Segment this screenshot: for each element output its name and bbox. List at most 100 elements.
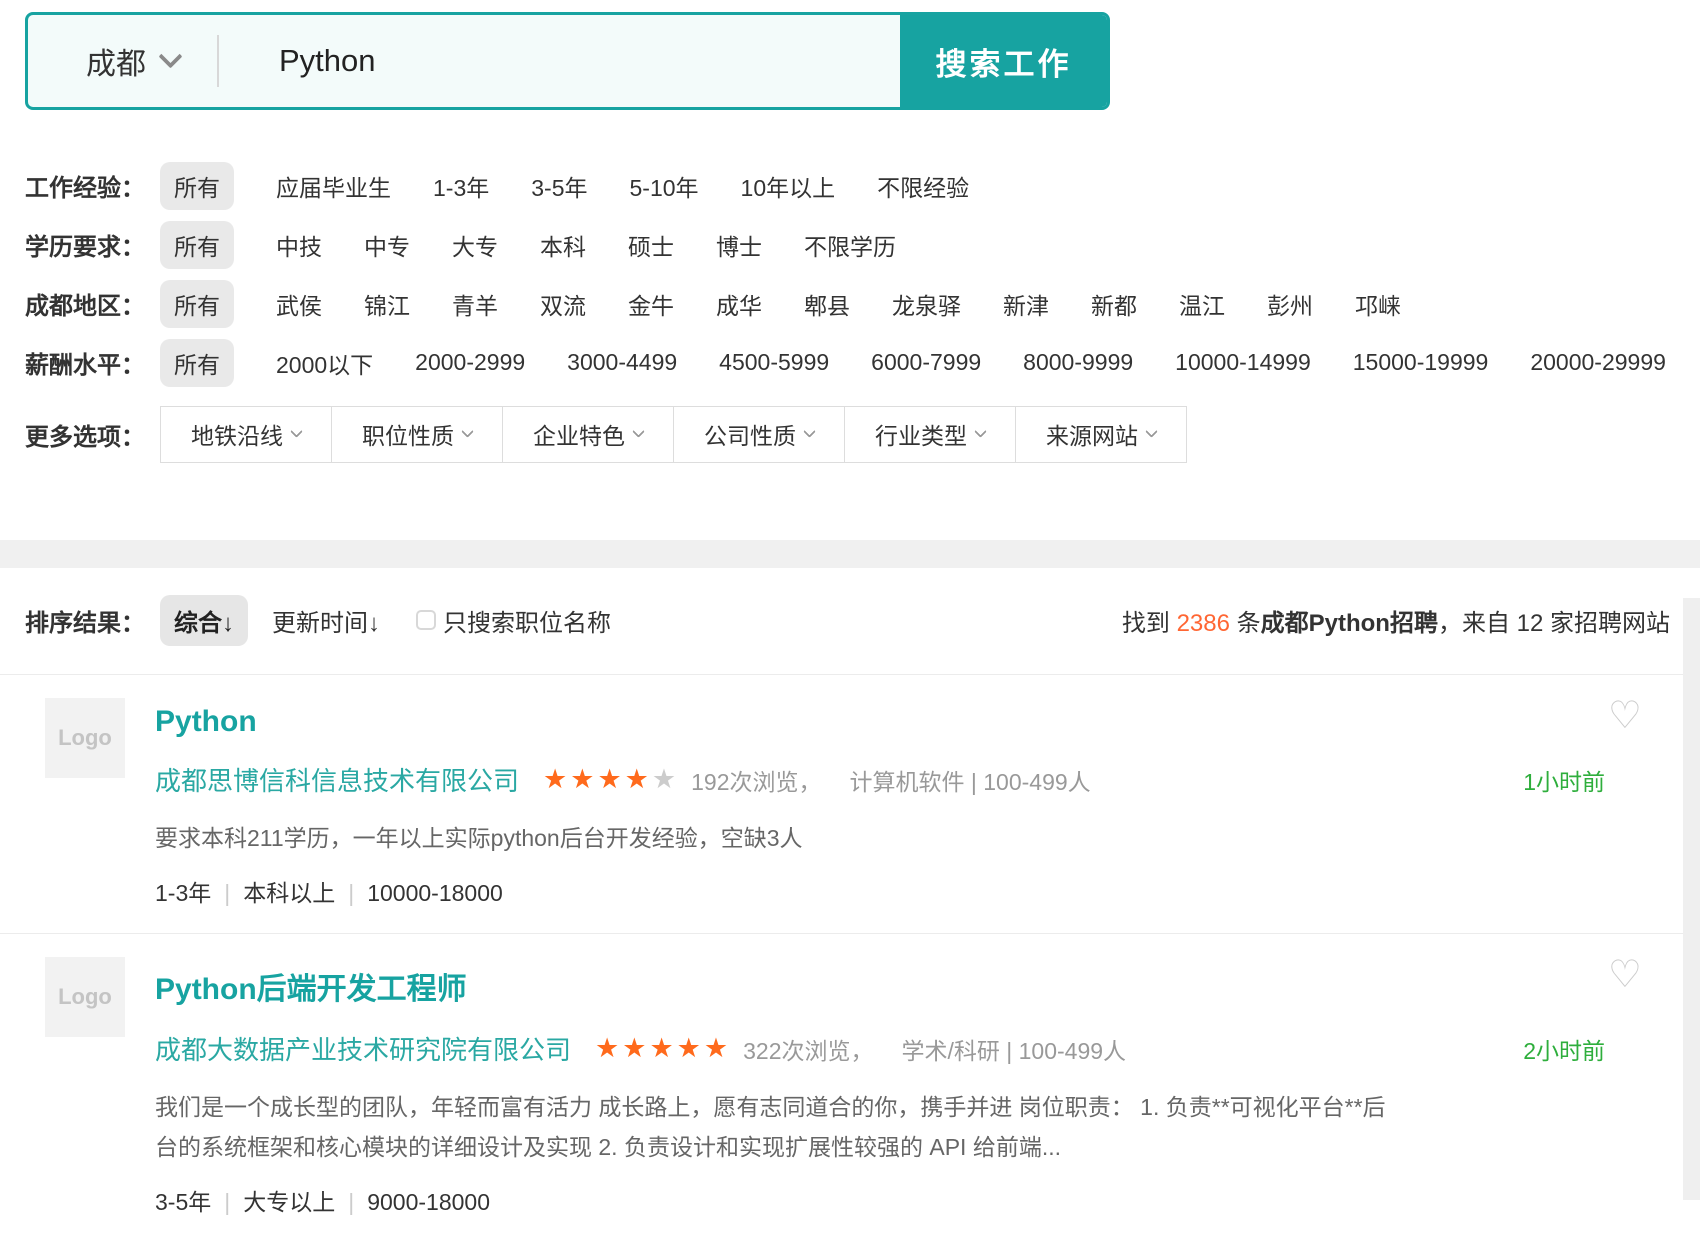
filter-option[interactable]: 本科 bbox=[540, 228, 586, 262]
star-filled-icon: ★ bbox=[649, 1033, 676, 1063]
filter-option[interactable]: 锦江 bbox=[364, 287, 410, 321]
star-filled-icon: ★ bbox=[595, 1033, 622, 1063]
filter-option[interactable]: 中专 bbox=[364, 228, 410, 262]
filter-option[interactable]: 新津 bbox=[1003, 287, 1049, 321]
filter-option[interactable]: 不限学历 bbox=[804, 228, 896, 262]
experience-requirement: 1-3年 bbox=[155, 880, 211, 906]
filter-option[interactable]: 所有 bbox=[160, 280, 234, 328]
more-filter-dropdown[interactable]: 来源网站 bbox=[1015, 406, 1187, 463]
job-title-link[interactable]: Python bbox=[155, 705, 257, 739]
filter-row-experience: 工作经验： 所有应届毕业生1-3年3-5年5-10年10年以上不限经验 bbox=[25, 156, 1700, 215]
filter-option[interactable]: 大专 bbox=[452, 228, 498, 262]
filter-option[interactable]: 所有 bbox=[160, 339, 234, 387]
filter-option[interactable]: 新都 bbox=[1091, 287, 1137, 321]
filter-option[interactable]: 6000-7999 bbox=[871, 349, 981, 376]
job-meta: 3-5年|大专以上|9000-18000 bbox=[155, 1183, 1605, 1217]
more-filter-dropdown[interactable]: 企业特色 bbox=[502, 406, 674, 463]
more-filter-dropdown[interactable]: 公司性质 bbox=[673, 406, 845, 463]
filter-option[interactable]: 2000以下 bbox=[276, 346, 373, 380]
filter-option[interactable]: 10年以上 bbox=[741, 169, 836, 203]
favorite-heart-icon[interactable]: ♡ bbox=[1608, 697, 1642, 735]
posted-time: 2小时前 bbox=[1523, 1032, 1605, 1066]
chevron-down-icon bbox=[974, 425, 987, 438]
view-count: 322次浏览， bbox=[743, 1032, 873, 1066]
search-input[interactable] bbox=[219, 43, 900, 79]
filter-option[interactable]: 所有 bbox=[160, 162, 234, 210]
result-keyword: 成都Python招聘 bbox=[1261, 610, 1438, 637]
filter-option[interactable]: 20000-29999 bbox=[1530, 349, 1666, 376]
search-box: 成都 bbox=[28, 15, 900, 107]
salary-range: 10000-18000 bbox=[367, 880, 503, 906]
filter-option[interactable]: 8000-9999 bbox=[1023, 349, 1133, 376]
job-meta: 1-3年|本科以上|10000-18000 bbox=[155, 874, 1605, 908]
filter-label: 学历要求： bbox=[25, 227, 160, 262]
company-link[interactable]: 成都大数据产业技术研究院有限公司 bbox=[155, 1030, 571, 1067]
filter-option[interactable]: 金牛 bbox=[628, 287, 674, 321]
filter-option[interactable]: 1-3年 bbox=[433, 169, 489, 203]
star-filled-icon: ★ bbox=[677, 1033, 704, 1063]
scrollbar[interactable] bbox=[1683, 598, 1700, 1200]
filter-option[interactable]: 15000-19999 bbox=[1353, 349, 1489, 376]
filter-label: 成都地区： bbox=[25, 286, 160, 321]
job-title-link[interactable]: Python后端开发工程师 bbox=[155, 964, 467, 1008]
company-logo-placeholder: Logo bbox=[45, 957, 125, 1037]
dropdown-label: 企业特色 bbox=[533, 417, 625, 451]
company-logo-placeholder: Logo bbox=[45, 698, 125, 778]
search-button[interactable]: 搜索工作 bbox=[900, 15, 1107, 107]
job-card-body: Python后端开发工程师 成都大数据产业技术研究院有限公司 ★★★★★ 322… bbox=[155, 954, 1605, 1217]
filter-option[interactable]: 邛崃 bbox=[1355, 287, 1401, 321]
filter-option[interactable]: 3-5年 bbox=[531, 169, 587, 203]
filter-option[interactable]: 3000-4499 bbox=[567, 349, 677, 376]
title-only-checkbox[interactable] bbox=[416, 610, 436, 630]
star-empty-icon: ★ bbox=[652, 764, 679, 794]
job-card[interactable]: Logo ♡ Python 成都思博信科信息技术有限公司 ★★★★★ 192次浏… bbox=[0, 674, 1700, 933]
filter-option[interactable]: 不限经验 bbox=[877, 169, 969, 203]
filter-row-education: 学历要求： 所有 中技 中专 大专 本科 硕士 博士 不限学历 bbox=[25, 215, 1700, 274]
filter-option[interactable]: 应届毕业生 bbox=[276, 169, 391, 203]
favorite-heart-icon[interactable]: ♡ bbox=[1608, 956, 1642, 994]
company-link[interactable]: 成都思博信科信息技术有限公司 bbox=[155, 761, 519, 798]
filter-option[interactable]: 成华 bbox=[716, 287, 762, 321]
meta-divider: | bbox=[224, 880, 230, 906]
filter-option[interactable]: 4500-5999 bbox=[719, 349, 829, 376]
filter-option[interactable]: 5-10年 bbox=[630, 169, 699, 203]
meta-divider: | bbox=[348, 1189, 354, 1215]
job-card[interactable]: Logo ♡ Python后端开发工程师 成都大数据产业技术研究院有限公司 ★★… bbox=[0, 933, 1700, 1241]
sort-by-time-button[interactable]: 更新时间↓ bbox=[272, 603, 380, 638]
logo-text: Logo bbox=[58, 984, 112, 1010]
filter-option[interactable]: 2000-2999 bbox=[415, 349, 525, 376]
city-label: 成都 bbox=[86, 39, 146, 83]
star-filled-icon: ★ bbox=[622, 1033, 649, 1063]
company-row: 成都思博信科信息技术有限公司 ★★★★★ 192次浏览， 计算机软件 | 100… bbox=[155, 761, 1605, 798]
filter-option[interactable]: 青羊 bbox=[452, 287, 498, 321]
star-filled-icon: ★ bbox=[597, 764, 624, 794]
star-filled-icon: ★ bbox=[704, 1033, 731, 1063]
filter-option[interactable]: 郫县 bbox=[804, 287, 850, 321]
more-filter-dropdown[interactable]: 地铁沿线 bbox=[160, 406, 332, 463]
filter-option[interactable]: 10000-14999 bbox=[1175, 349, 1311, 376]
filter-option[interactable]: 武侯 bbox=[276, 287, 322, 321]
filter-row-more-options: 更多选项： 地铁沿线 职位性质 企业特色 公司性质 行业类型 来源网站 bbox=[25, 405, 1700, 463]
more-filter-dropdown[interactable]: 行业类型 bbox=[844, 406, 1016, 463]
sort-bar: 排序结果： 综合↓ 更新时间↓ 只搜索职位名称 找到 2386 条成都Pytho… bbox=[25, 594, 1670, 646]
result-summary: 找到 2386 条成都Python招聘，来自 12 家招聘网站 bbox=[1122, 603, 1670, 638]
dropdown-label: 行业类型 bbox=[875, 417, 967, 451]
filter-option[interactable]: 中技 bbox=[276, 228, 322, 262]
filter-option[interactable]: 所有 bbox=[160, 221, 234, 269]
filter-option[interactable]: 双流 bbox=[540, 287, 586, 321]
filter-label: 薪酬水平： bbox=[25, 345, 160, 380]
chevron-down-icon bbox=[803, 425, 816, 438]
filter-option[interactable]: 博士 bbox=[716, 228, 762, 262]
filter-option[interactable]: 硕士 bbox=[628, 228, 674, 262]
sort-comprehensive-button[interactable]: 综合↓ bbox=[160, 595, 248, 646]
filter-option[interactable]: 温江 bbox=[1179, 287, 1225, 321]
filter-option[interactable]: 龙泉驿 bbox=[892, 287, 961, 321]
star-filled-icon: ★ bbox=[570, 764, 597, 794]
more-filter-dropdown[interactable]: 职位性质 bbox=[331, 406, 503, 463]
more-options-group: 地铁沿线 职位性质 企业特色 公司性质 行业类型 来源网站 bbox=[160, 406, 1187, 463]
result-mid: 条 bbox=[1230, 610, 1261, 637]
filter-option[interactable]: 彭州 bbox=[1267, 287, 1313, 321]
chevron-down-icon bbox=[632, 425, 645, 438]
city-selector[interactable]: 成都 bbox=[28, 39, 179, 83]
job-description: 我们是一个成长型的团队，年轻而富有活力 成长路上，愿有志同道合的你，携手并进 岗… bbox=[155, 1087, 1405, 1167]
